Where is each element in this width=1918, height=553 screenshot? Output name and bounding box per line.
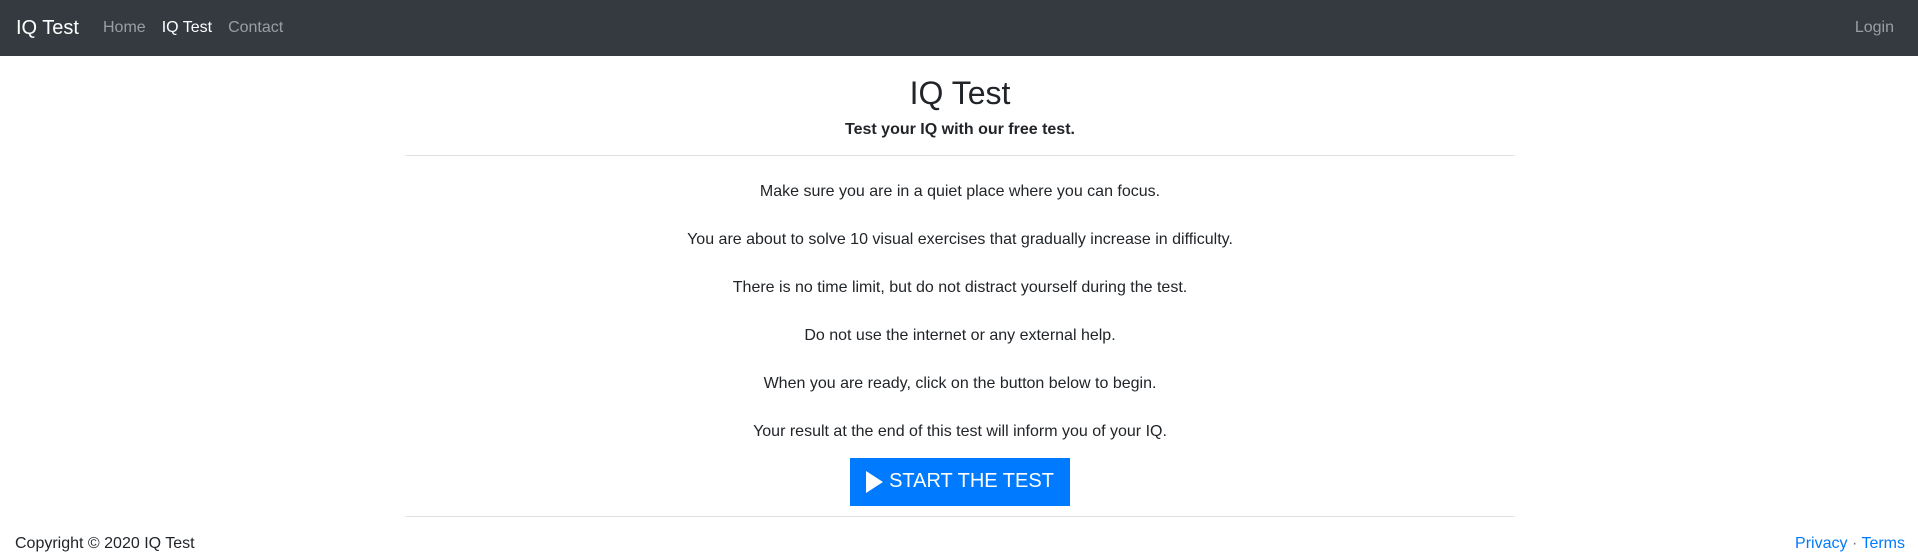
play-icon <box>866 470 884 493</box>
navbar: IQ Test Home IQ Test Contact Login <box>0 0 1918 56</box>
footer-links: Privacy · Terms <box>1795 535 1905 553</box>
instruction-item: Do not use the internet or any external … <box>804 326 1116 344</box>
divider <box>405 154 1515 156</box>
instruction-item: Your result at the end of this test will… <box>753 422 1167 440</box>
nav-item-iq-test[interactable]: IQ Test <box>162 19 212 37</box>
instructions-list: Make sure you are in a quiet place where… <box>405 180 1515 444</box>
footer-separator: · <box>1851 535 1858 552</box>
terms-link[interactable]: Terms <box>1861 535 1905 552</box>
login-link[interactable]: Login <box>1855 19 1894 37</box>
nav-item-home[interactable]: Home <box>103 19 146 37</box>
main-content: IQ Test Test your IQ with our free test.… <box>405 56 1515 506</box>
instruction-item: You are about to solve 10 visual exercis… <box>687 230 1233 248</box>
start-test-button[interactable]: START THE TEST <box>850 457 1070 506</box>
copyright-text: Copyright © 2020 IQ Test <box>15 535 195 552</box>
instruction-item: Make sure you are in a quiet place where… <box>759 182 1161 200</box>
footer-divider <box>405 516 1515 517</box>
privacy-link[interactable]: Privacy <box>1795 535 1847 552</box>
instruction-item: There is no time limit, but do not distr… <box>732 278 1188 296</box>
page-subtitle: Test your IQ with our free test. <box>845 121 1075 139</box>
instruction-item: When you are ready, click on the button … <box>763 374 1157 392</box>
page-title: IQ Test <box>909 75 1011 111</box>
navbar-brand[interactable]: IQ Test <box>16 17 79 40</box>
nav-item-contact[interactable]: Contact <box>228 19 283 37</box>
start-test-label: START THE TEST <box>889 470 1054 493</box>
